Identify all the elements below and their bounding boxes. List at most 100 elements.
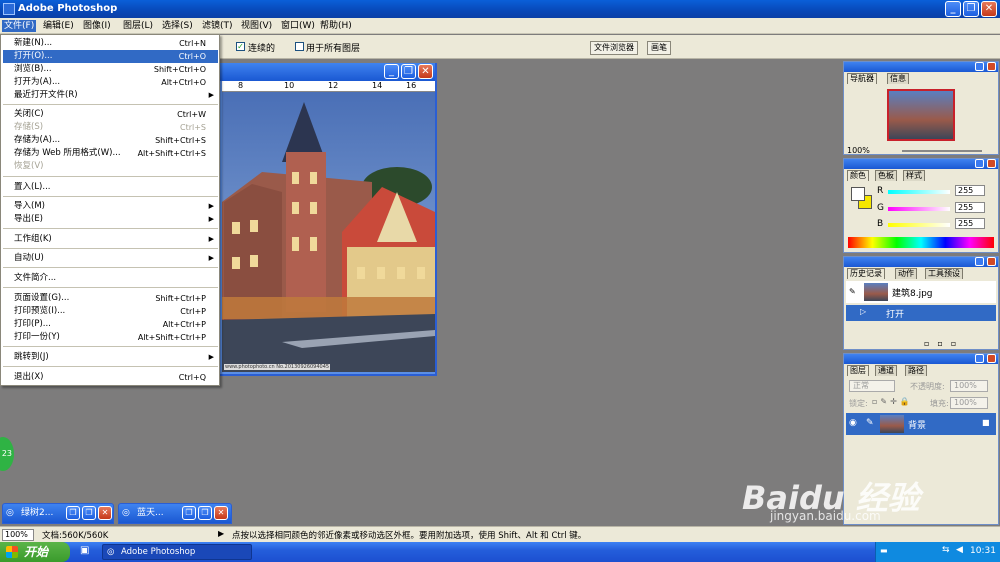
- menu-layer[interactable]: 图层(L): [123, 20, 153, 32]
- b-slider[interactable]: [888, 223, 950, 227]
- network-icon[interactable]: ⇆: [942, 545, 950, 555]
- menu-item-import[interactable]: 导入(M) ▶: [3, 200, 218, 213]
- quicklaunch-icon[interactable]: ▣: [80, 545, 89, 556]
- menu-item-new[interactable]: 新建(N)... Ctrl+N: [3, 37, 218, 50]
- r-value-field[interactable]: 255: [955, 185, 985, 196]
- lock-icons[interactable]: ▫✎✛🔒: [872, 397, 913, 406]
- palette-header[interactable]: [844, 354, 998, 364]
- eye-icon[interactable]: ◉: [849, 418, 857, 428]
- menu-item-save-for-web[interactable]: 存储为 Web 所用格式(W)... Alt+Shift+Ctrl+S: [3, 147, 218, 160]
- menu-item-workgroup[interactable]: 工作组(K) ▶: [3, 233, 218, 246]
- navigator-thumbnail[interactable]: [887, 89, 955, 141]
- minwin-restore-button[interactable]: ❐: [66, 506, 80, 520]
- minimized-window-1[interactable]: ◎ 绿树2... ❐ ❐ ✕: [2, 503, 114, 524]
- history-footer-buttons[interactable]: ▫▫▫: [924, 339, 994, 348]
- menu-item-export[interactable]: 导出(E) ▶: [3, 213, 218, 226]
- tab-history[interactable]: 历史记录: [847, 268, 885, 279]
- r-slider[interactable]: [888, 190, 950, 194]
- b-value-field[interactable]: 255: [955, 218, 985, 229]
- tab-layers[interactable]: 图层: [847, 365, 869, 376]
- tab-paths[interactable]: 路径: [905, 365, 927, 376]
- tab-tool-presets[interactable]: 工具预设: [925, 268, 963, 279]
- zoom-field[interactable]: 100%: [2, 529, 34, 541]
- menu-item-place[interactable]: 置入(L)...: [3, 181, 218, 194]
- palette-minimize-button[interactable]: [975, 257, 984, 266]
- menu-item-print-preview[interactable]: 打印预览(I)... Ctrl+P: [3, 305, 218, 318]
- color-spectrum-bar[interactable]: [848, 237, 994, 248]
- minwin-maximize-button[interactable]: ❐: [82, 506, 96, 520]
- tab-navigator[interactable]: 导航器: [847, 73, 877, 84]
- brushes-tab[interactable]: 画笔: [647, 41, 671, 55]
- menu-file[interactable]: 文件(F): [2, 20, 37, 32]
- palette-header[interactable]: [844, 159, 998, 169]
- clock[interactable]: 10:31: [970, 546, 996, 556]
- tab-swatches[interactable]: 色板: [875, 170, 897, 181]
- doc-size[interactable]: 文档:560K/560K: [42, 529, 108, 541]
- menu-edit[interactable]: 编辑(E): [43, 20, 74, 32]
- contiguous-checkbox[interactable]: ✓: [236, 42, 245, 51]
- menu-item-open-as[interactable]: 打开为(A)... Alt+Ctrl+O: [3, 76, 218, 89]
- taskbar-photoshop-button[interactable]: ◎ Adobe Photoshop: [102, 544, 252, 560]
- minwin-close-button[interactable]: ✕: [214, 506, 228, 520]
- tab-info[interactable]: 信息: [887, 73, 909, 84]
- history-snapshot-row[interactable]: ✎ 建筑8.jpg: [846, 281, 996, 303]
- close-button[interactable]: ✕: [981, 1, 997, 17]
- menu-help[interactable]: 帮助(H): [320, 20, 352, 32]
- menu-item-browse[interactable]: 浏览(B)... Shift+Ctrl+O: [3, 63, 218, 76]
- blend-mode-select[interactable]: 正常: [849, 380, 895, 392]
- g-value-field[interactable]: 255: [955, 202, 985, 213]
- all-layers-checkbox[interactable]: [295, 42, 304, 51]
- menu-window[interactable]: 窗口(W): [281, 20, 315, 32]
- menu-item-open[interactable]: 打开(O)... Ctrl+O: [3, 50, 218, 63]
- tab-styles[interactable]: 样式: [903, 170, 925, 181]
- menu-item-print-one-copy[interactable]: 打印一份(Y) Alt+Shift+Ctrl+P: [3, 331, 218, 344]
- tab-color[interactable]: 颜色: [847, 170, 869, 181]
- file-browser-tab[interactable]: 文件浏览器: [590, 41, 638, 55]
- volume-icon[interactable]: ◀: [956, 545, 963, 555]
- g-slider[interactable]: [888, 207, 950, 211]
- history-state-row[interactable]: ▷ 打开: [846, 305, 996, 321]
- menu-filter[interactable]: 滤镜(T): [202, 20, 233, 32]
- palette-header[interactable]: [844, 257, 998, 267]
- restore-button[interactable]: ❐: [963, 1, 979, 17]
- building-photo[interactable]: www.photophoto.cn No.20130926094045: [222, 92, 435, 372]
- minimize-button[interactable]: _: [945, 1, 961, 17]
- menu-item-jump-to[interactable]: 跳转到(J) ▶: [3, 351, 218, 364]
- palette-minimize-button[interactable]: [975, 354, 984, 363]
- menu-item-save-as[interactable]: 存储为(A)... Shift+Ctrl+S: [3, 134, 218, 147]
- doc-restore-button[interactable]: ❐: [401, 64, 416, 79]
- minwin-restore-button[interactable]: ❐: [182, 506, 196, 520]
- fill-field[interactable]: 100%: [950, 397, 988, 409]
- start-button[interactable]: 开始: [0, 542, 70, 562]
- doc-close-button[interactable]: ✕: [418, 64, 433, 79]
- minwin-close-button[interactable]: ✕: [98, 506, 112, 520]
- menu-item-file-info[interactable]: 文件简介...: [3, 272, 218, 285]
- menu-item-close[interactable]: 关闭(C) Ctrl+W: [3, 108, 218, 121]
- palette-minimize-button[interactable]: [975, 159, 984, 168]
- document-titlebar[interactable]: _ ❐ ✕: [220, 63, 435, 81]
- doc-minimize-button[interactable]: _: [384, 64, 399, 79]
- palette-close-button[interactable]: [987, 354, 996, 363]
- tray-icon[interactable]: ▬: [880, 546, 888, 555]
- minwin-maximize-button[interactable]: ❐: [198, 506, 212, 520]
- layer-row-background[interactable]: ◉ ✎ 背景 ■: [846, 413, 996, 435]
- menu-view[interactable]: 视图(V): [241, 20, 272, 32]
- palette-close-button[interactable]: [987, 257, 996, 266]
- tab-actions[interactable]: 动作: [895, 268, 917, 279]
- menu-item-exit[interactable]: 退出(X) Ctrl+Q: [3, 371, 218, 384]
- menu-image[interactable]: 图像(I): [83, 20, 111, 32]
- menu-item-automate[interactable]: 自动(U) ▶: [3, 252, 218, 265]
- opacity-field[interactable]: 100%: [950, 380, 988, 392]
- menu-item-open-recent[interactable]: 最近打开文件(R) ▶: [3, 89, 218, 102]
- menu-item-print[interactable]: 打印(P)... Alt+Ctrl+P: [3, 318, 218, 331]
- document-window[interactable]: _ ❐ ✕ 8 10 12 14 16 www.photophoto.cn No…: [218, 63, 437, 376]
- tab-channels[interactable]: 通道: [875, 365, 897, 376]
- zoom-slider[interactable]: [902, 150, 982, 152]
- palette-header[interactable]: [844, 62, 998, 72]
- palette-close-button[interactable]: [987, 62, 996, 71]
- menu-item-page-setup[interactable]: 页面设置(G)... Shift+Ctrl+P: [3, 292, 218, 305]
- palette-minimize-button[interactable]: [975, 62, 984, 71]
- palette-close-button[interactable]: [987, 159, 996, 168]
- navigator-zoom[interactable]: 100%: [847, 146, 870, 155]
- minimized-window-2[interactable]: ◎ 蓝天... ❐ ❐ ✕: [118, 503, 232, 524]
